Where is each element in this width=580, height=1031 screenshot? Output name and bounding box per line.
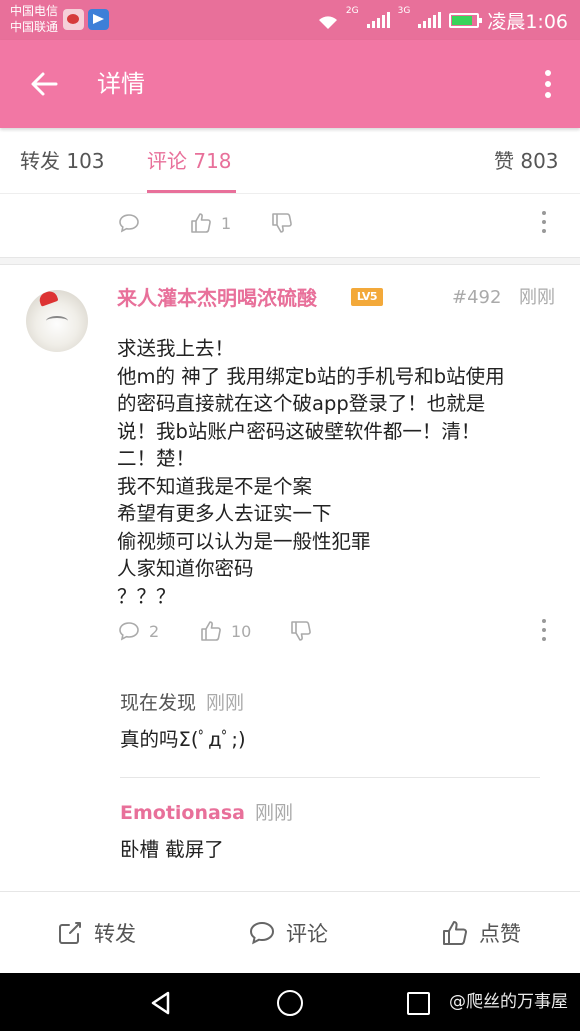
comment-line: 的密码直接就在这个破app登录了！也就是 bbox=[117, 392, 486, 415]
comment-label: 评论 bbox=[286, 922, 328, 946]
reply-text: 卧槽 截屏了 bbox=[120, 838, 224, 861]
prev-comment-actions: 1 bbox=[0, 203, 580, 243]
avatar[interactable] bbox=[26, 290, 88, 352]
comment-bubble-icon bbox=[119, 214, 139, 233]
reply-list: 现在发现 刚刚 真的吗Σ(ﾟдﾟ;) Emotionasa 刚刚 卧槽 截屏了 bbox=[108, 680, 544, 886]
thumbs-up-icon bbox=[191, 213, 211, 233]
carrier-2: 中国联通 bbox=[10, 20, 59, 34]
comment-bubble-icon bbox=[249, 921, 275, 945]
comment-actions: 2 10 bbox=[0, 611, 580, 651]
comment-line: 他m的 神了 我用绑定b站的手机号和b站使用 bbox=[117, 364, 505, 388]
app-header: 详情 bbox=[0, 40, 580, 128]
dislike-button[interactable] bbox=[289, 611, 313, 651]
comment-text: 求送我上去！ 他m的 神了 我用绑定b站的手机号和b站使用 的密码直接就在这个破… bbox=[117, 335, 557, 610]
thumbs-down-icon bbox=[272, 213, 292, 233]
repost-label: 转发 bbox=[94, 922, 136, 946]
weibo-notification-icon bbox=[63, 9, 84, 30]
repost-button[interactable]: 转发 bbox=[56, 892, 136, 974]
share-icon bbox=[59, 922, 81, 944]
like-button[interactable]: 点赞 bbox=[441, 892, 521, 974]
comment-bubble-icon bbox=[119, 622, 139, 641]
more-options-icon[interactable] bbox=[540, 68, 556, 100]
comment-line: 我不知道我是不是个案 bbox=[117, 474, 313, 498]
nav-back-icon[interactable] bbox=[148, 990, 174, 1016]
like-count: 10 bbox=[231, 621, 252, 641]
comment-line: 希望有更多人去证实一下 bbox=[117, 502, 332, 525]
thumbs-up-icon bbox=[201, 621, 221, 641]
like-label: 点赞 bbox=[479, 922, 521, 946]
tab-repost[interactable]: 转发 103 bbox=[20, 148, 105, 174]
network-type-2: 3G bbox=[397, 6, 411, 16]
comment-time: 刚刚 bbox=[519, 287, 555, 308]
carrier-1: 中国电信 bbox=[10, 4, 59, 18]
floor-number: #492 bbox=[452, 287, 502, 308]
like-count: 1 bbox=[221, 213, 232, 233]
signal-2-icon bbox=[418, 12, 442, 28]
comment-button[interactable]: 评论 bbox=[248, 892, 328, 974]
thumbs-down-icon bbox=[291, 621, 311, 641]
dislike-button[interactable] bbox=[270, 203, 294, 243]
level-badge: LV5 bbox=[351, 288, 383, 306]
section-divider bbox=[0, 257, 580, 265]
comment-line: 人家知道你密码 bbox=[117, 557, 254, 580]
like-button[interactable]: 1 bbox=[189, 203, 231, 243]
reply-item[interactable]: Emotionasa 刚刚 卧槽 截屏了 bbox=[120, 800, 540, 864]
page-title: 详情 bbox=[97, 70, 145, 98]
detail-tabs: 转发 103 评论 718 赞 803 bbox=[0, 128, 580, 194]
comment-line: ？？？ bbox=[117, 584, 176, 608]
comment-line: 说！我b站账户密码这破壁软件都一！清！ bbox=[117, 419, 481, 443]
app-notification-icon bbox=[88, 9, 109, 30]
bottom-action-bar: 转发 评论 点赞 bbox=[0, 891, 580, 973]
clock: 凌晨1:06 bbox=[487, 10, 568, 33]
reply-text: 真的吗Σ(ﾟдﾟ;) bbox=[120, 728, 246, 751]
watermark: @爬丝的万事屋 bbox=[449, 992, 568, 1012]
comment-line: 二！楚！ bbox=[117, 447, 196, 470]
comment-line: 偷视频可以认为是一般性犯罪 bbox=[117, 529, 371, 553]
reply-count: 2 bbox=[149, 621, 160, 641]
tab-comments[interactable]: 评论 718 bbox=[147, 148, 232, 174]
signal-1-icon bbox=[366, 12, 390, 28]
tab-likes[interactable]: 赞 803 bbox=[494, 148, 559, 174]
reply-author[interactable]: 现在发现 bbox=[120, 692, 196, 714]
reply-item[interactable]: 现在发现 刚刚 真的吗Σ(ﾟдﾟ;) bbox=[120, 690, 540, 754]
battery-icon bbox=[449, 12, 483, 28]
thumbs-up-icon bbox=[443, 921, 467, 945]
comment-author[interactable]: 来人灌本杰明喝浓硫酸 bbox=[117, 284, 317, 312]
more-vertical-icon[interactable] bbox=[542, 211, 548, 233]
reply-time: 刚刚 bbox=[206, 692, 245, 714]
reply-author[interactable]: Emotionasa bbox=[120, 802, 245, 824]
nav-home-icon[interactable] bbox=[277, 990, 303, 1016]
more-vertical-icon[interactable] bbox=[542, 619, 548, 641]
system-nav-bar: @爬丝的万事屋 bbox=[0, 973, 580, 1031]
active-tab-indicator bbox=[147, 190, 236, 193]
status-bar: 中国电信 中国联通 2G 3G 凌晨1:06 bbox=[0, 0, 580, 40]
like-button[interactable]: 10 bbox=[199, 611, 251, 651]
network-type-1: 2G bbox=[345, 6, 359, 16]
back-arrow-icon[interactable] bbox=[26, 66, 62, 102]
nav-recent-icon[interactable] bbox=[407, 992, 430, 1015]
reply-button[interactable]: 2 bbox=[117, 611, 159, 651]
wifi-icon bbox=[318, 13, 338, 29]
comment-line: 求送我上去！ bbox=[117, 337, 235, 360]
reply-time: 刚刚 bbox=[254, 802, 293, 824]
reply-divider bbox=[120, 777, 540, 778]
status-icons: 2G 3G 凌晨1:06 bbox=[318, 0, 568, 40]
carrier-info: 中国电信 中国联通 bbox=[10, 3, 58, 35]
reply-button[interactable] bbox=[117, 203, 141, 243]
